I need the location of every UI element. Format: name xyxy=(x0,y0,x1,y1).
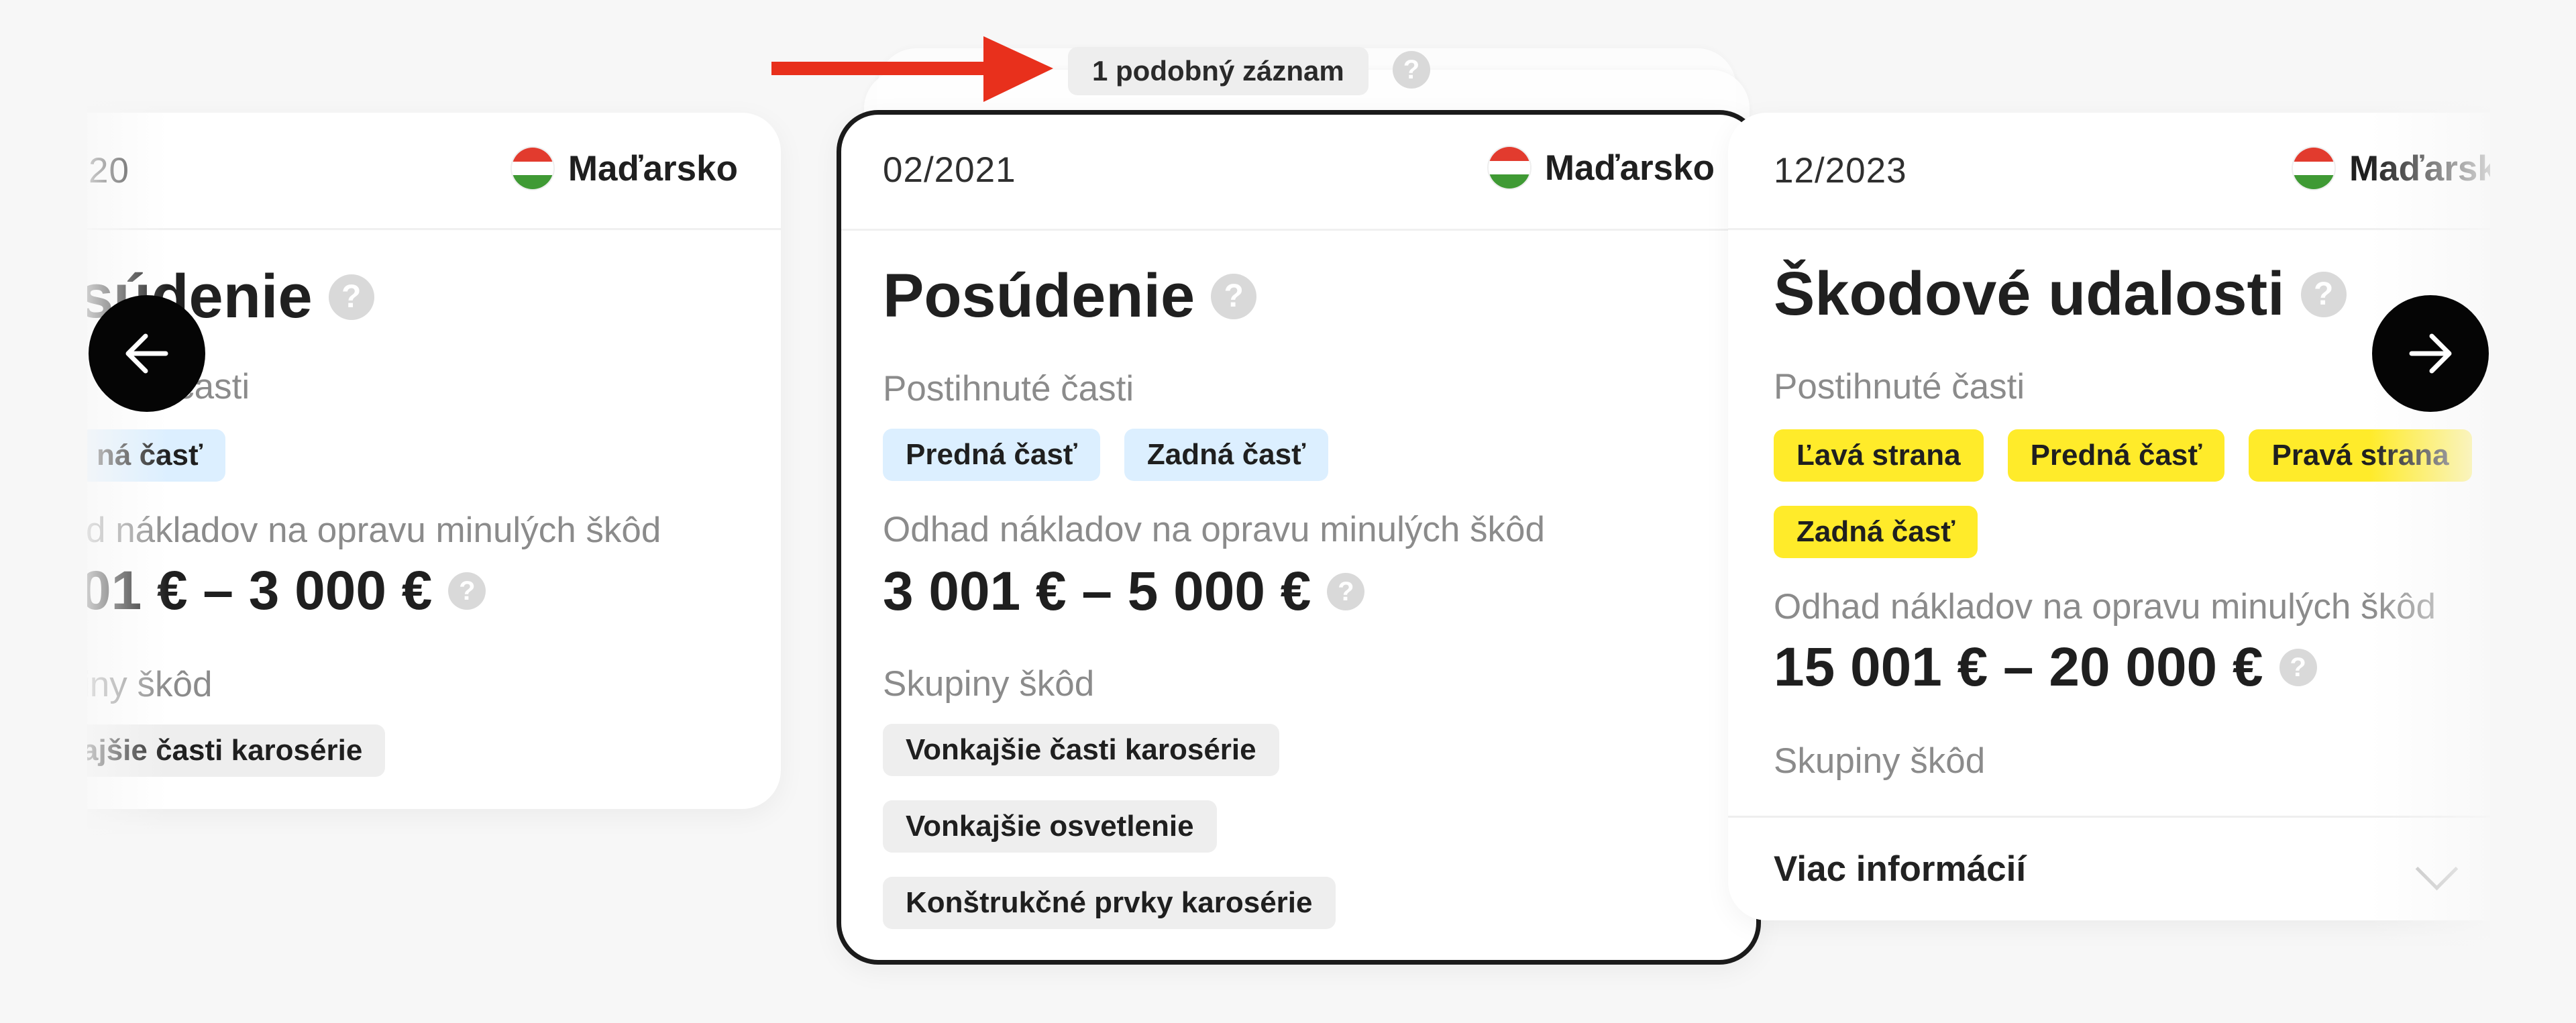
damage-card-left[interactable]: 20 Maďarsko súdenie ? ené časti ná časť … xyxy=(87,113,781,809)
affected-parts-label: Postihnuté časti xyxy=(1774,367,2025,407)
hungary-flag-icon xyxy=(511,148,553,189)
amount-text: 15 001 € – 20 000 € xyxy=(1774,637,2263,698)
help-icon[interactable]: ? xyxy=(1327,573,1365,610)
help-icon[interactable]: ? xyxy=(2279,649,2317,686)
annotation-arrow-icon xyxy=(771,36,1053,102)
estimate-amount: 3 001 € – 5 000 € ? xyxy=(883,560,1365,623)
damage-groups-tags: Vonkajšie časti karosérie Vonkajšie osve… xyxy=(883,724,1336,929)
more-info-toggle[interactable]: Viac informácií xyxy=(1728,816,2490,920)
damage-group-tag: Vonkajšie osvetlenie xyxy=(883,800,1217,853)
card-title: Posúdenie ? xyxy=(883,261,1257,331)
damage-group-tag: ajšie časti karosérie xyxy=(87,724,386,777)
damage-groups-tags: ajšie časti karosérie xyxy=(87,724,386,777)
estimate-amount: 01 € – 3 000 € ? xyxy=(87,559,486,623)
country: Maďarsko xyxy=(2293,148,2490,189)
card-title: Škodové udalosti ? xyxy=(1774,259,2347,329)
similar-help-icon[interactable]: ? xyxy=(1393,51,1430,89)
hungary-flag-icon xyxy=(1488,147,1530,189)
card-date: 02/2021 xyxy=(883,150,1016,190)
estimate-label: Odhad nákladov na opravu minulých škôd xyxy=(883,510,1545,549)
damage-groups-label: iny škôd xyxy=(87,665,213,704)
card-header: 12/2023 Maďarsko xyxy=(1728,113,2490,230)
similar-records-badge[interactable]: 1 podobný záznam xyxy=(1068,47,1368,95)
estimate-label: Odhad nákladov na opravu minulých škôd xyxy=(1774,587,2436,627)
card-date: 20 xyxy=(89,151,129,191)
affected-parts-tags: Ľavá strana Predná časť Pravá strana xyxy=(1774,429,2472,482)
prev-button[interactable] xyxy=(89,295,205,412)
affected-part-tag: Zadná časť xyxy=(1124,429,1329,481)
affected-part-tag: Predná časť xyxy=(883,429,1100,481)
country-name: Maďarsko xyxy=(2349,148,2490,189)
next-button[interactable] xyxy=(2372,295,2489,412)
country: Maďarsko xyxy=(511,148,738,189)
damage-card-selected[interactable]: 02/2021 Maďarsko Posúdenie ? Postihnuté … xyxy=(837,110,1761,965)
damage-groups-label: Skupiny škôd xyxy=(1774,741,1986,781)
damage-card-right[interactable]: 12/2023 Maďarsko Škodové udalosti ? Post… xyxy=(1728,113,2490,920)
more-info-label: Viac informácií xyxy=(1774,849,2027,889)
estimate-amount: 15 001 € – 20 000 € ? xyxy=(1774,636,2317,699)
help-icon[interactable]: ? xyxy=(328,274,374,320)
affected-part-tag: Zadná časť xyxy=(1774,506,1978,558)
card-header: 02/2021 Maďarsko xyxy=(841,115,1756,231)
affected-parts-label: Postihnuté časti xyxy=(883,369,1134,409)
affected-parts-tags: Predná časť Zadná časť xyxy=(883,429,1329,481)
amount-text: 01 € – 3 000 € xyxy=(87,560,433,621)
chevron-down-icon xyxy=(2415,847,2459,891)
help-icon[interactable]: ? xyxy=(2300,271,2347,317)
arrow-left-icon xyxy=(125,333,168,374)
card-title-text: Škodové udalosti xyxy=(1774,260,2285,328)
damage-group-tag: Vonkajšie časti karosérie xyxy=(883,724,1279,776)
card-title-text: Posúdenie xyxy=(883,262,1195,330)
affected-parts-tags-row2: Zadná časť xyxy=(1774,506,1978,558)
estimate-label: d nákladov na opravu minulých škôd xyxy=(87,510,661,550)
affected-part-tag: Predná časť xyxy=(2007,429,2225,482)
affected-part-tag: ná časť xyxy=(87,429,226,482)
damage-group-tag: Konštrukčné prvky karosérie xyxy=(883,877,1336,929)
affected-part-tag: Ľavá strana xyxy=(1774,429,1984,482)
country: Maďarsko xyxy=(1488,147,1715,189)
affected-parts-tags: ná časť xyxy=(87,429,226,482)
amount-text: 3 001 € – 5 000 € xyxy=(883,561,1311,622)
hungary-flag-icon xyxy=(2293,148,2334,189)
arrow-right-icon xyxy=(2409,333,2452,374)
cards-carousel: 20 Maďarsko súdenie ? ené časti ná časť … xyxy=(87,0,2490,1023)
country-name: Maďarsko xyxy=(568,148,738,189)
affected-part-tag: Pravá strana xyxy=(2249,429,2472,482)
card-header: 20 Maďarsko xyxy=(87,113,781,230)
country-name: Maďarsko xyxy=(1544,148,1715,188)
damage-groups-label: Skupiny škôd xyxy=(883,664,1095,704)
help-icon[interactable]: ? xyxy=(448,572,486,610)
card-date: 12/2023 xyxy=(1774,151,1907,191)
help-icon[interactable]: ? xyxy=(1211,273,1257,319)
